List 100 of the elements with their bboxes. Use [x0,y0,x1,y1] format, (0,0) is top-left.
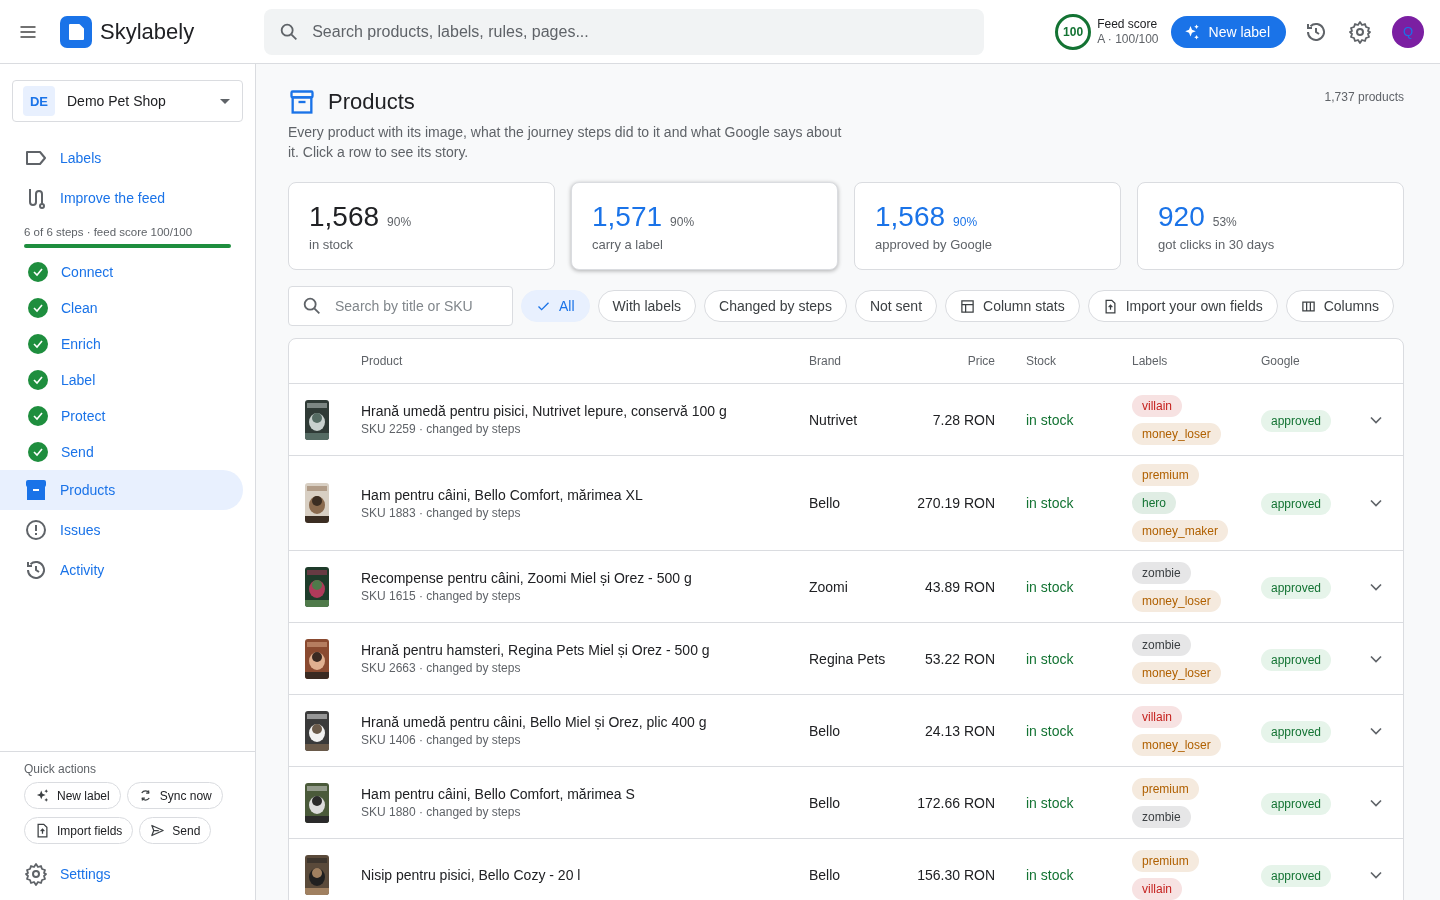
quick-action-button[interactable]: New label [24,782,121,809]
upload-icon [1102,298,1118,314]
stat-card[interactable]: 920 53% got clicks in 30 days [1137,182,1404,270]
archive-icon [288,88,316,116]
archive-icon [24,478,48,502]
stat-label: approved by Google [875,237,994,252]
step-link[interactable]: Label [61,372,96,388]
status-tag: approved [1261,720,1332,743]
product-meta: SKU 1615 · changed by steps [361,589,522,603]
stat-value: 1,568 [309,201,380,233]
product-meta: SKU 2259 · changed by steps [361,422,522,436]
table-icon [960,298,976,314]
stock-status: in stock [1025,411,1075,428]
table-cell-text: Bello [809,794,842,811]
stat-percent: 53% [1212,215,1237,229]
table-cell-text: Bello [809,866,842,883]
settings-icon[interactable] [1348,19,1372,44]
label-tag: villain [1132,394,1182,417]
label-tag: zombie [1132,805,1191,828]
label-tag: villain [1132,877,1182,900]
progress-text: 6 of 6 steps · feed score 100/100 [23,225,194,240]
stat-card[interactable]: 1,568 90% approved by Google [854,182,1121,270]
table-cell-text: Zoomi [809,578,849,595]
column-header: Price [966,354,995,368]
nav-label: Activity [60,562,105,578]
column-header: Brand [809,354,843,368]
label-tag: zombie [1132,633,1191,656]
stock-status: in stock [1025,794,1075,811]
stat-card[interactable]: 1,571 90% carry a label [571,182,838,270]
settings-icon [24,862,48,886]
status-tag: approved [1261,648,1332,671]
label-tag: money_loser [1132,589,1221,612]
table-cell-text: Bello [809,495,842,511]
filter-chip[interactable]: With labels [597,290,697,322]
search-input[interactable]: Search by title or SKU [333,297,500,315]
step-link[interactable]: Send [61,444,94,460]
table-cell-text: 172.66 RON [916,794,995,811]
table-cell-text: 7.28 RON [931,411,995,428]
product-meta: SKU 1883 · changed by steps [361,505,522,520]
product-title: Recompense pentru câini, Zoomi Miel și Orez - 500 g [361,570,693,586]
column-header: Labels [1132,354,1169,368]
step-link[interactable]: Clean [61,300,98,316]
nav-label: Improve the feed [60,190,166,206]
quick-action-button[interactable]: Sync now [126,782,223,809]
product-title: Ham pentru câini, Bello Comfort, mărimea XL [361,486,644,503]
status-tag: approved [1261,576,1332,599]
quick-action-button[interactable]: Send [139,817,212,844]
nav-label: Products [60,482,116,498]
filter-chip[interactable]: All [521,290,590,322]
status-tag: approved [1261,864,1332,887]
nav-item[interactable]: Activity [0,550,243,590]
filter-chip[interactable]: Not sent [854,290,938,322]
stat-percent: 90% [953,215,978,229]
step-link[interactable]: Protect [61,408,106,424]
table-cell-text: Regina Pets [809,650,887,667]
product-title: Hrană umedă pentru pisici, Nutrivet lepure, conservă 100 g [361,403,728,419]
stat-label: in stock [309,237,355,252]
logo-icon [60,15,92,48]
toolbar-button[interactable]: Columns [1285,290,1394,322]
label-tag: premium [1132,777,1199,800]
product-title: Ham pentru câini, Bello Comfort, mărimea S [361,786,636,802]
stat-percent: 90% [670,215,695,229]
label-tag: money_loser [1132,422,1221,445]
nav-item[interactable]: Products [0,470,243,510]
product-title: Nisip pentru pisici, Bello Cozy - 20 l [361,866,582,883]
stock-status: in stock [1025,650,1075,667]
search-bar[interactable]: Search by title or SKU [288,286,513,326]
stat-percent: 90% [387,215,412,229]
table-cell-text: Bello [809,722,842,739]
table-cell-text: 43.89 RON [923,578,995,595]
nav-item[interactable]: Issues [0,510,243,550]
label-tag: premium [1132,849,1199,872]
upload-icon [35,823,50,838]
new-label-button[interactable]: New label [1170,15,1286,48]
step-link[interactable]: Connect [61,264,114,280]
stat-value: 1,571 [592,201,663,233]
quick-action-button[interactable]: Import fields [24,817,134,844]
label-tag: money_maker [1132,520,1229,542]
stock-status: in stock [1025,866,1075,883]
page-description: Every product with its image, what the journey steps did to it and what Google says about it. Click a row to see its story. [288,123,843,162]
stat-label: carry a label [592,237,664,252]
search-bar[interactable]: Search products, labels, rules, pages... [264,8,985,55]
label-tag: villain [1132,705,1182,728]
send-icon [150,823,166,838]
settings-link[interactable]: Settings [60,866,111,882]
stat-label: got clicks in 30 days [1158,237,1276,252]
label-tag: money_loser [1132,733,1221,756]
toolbar-button[interactable]: Column stats [945,290,1080,322]
stat-card[interactable]: 1,568 90% in stock [288,182,555,270]
caret-icon [220,98,230,104]
search-input[interactable]: Search products, labels, rules, pages... [310,21,971,42]
toolbar-button[interactable]: Import your own fields [1087,290,1278,322]
stat-value: 1,568 [875,201,946,233]
table-cell-text: Nutrivet [809,411,859,428]
shop-selector[interactable]: DE Demo Pet Shop [12,80,243,122]
filter-chip[interactable]: Changed by steps [704,290,847,322]
label-tag: money_loser [1132,661,1221,684]
page-title: Products [328,89,415,115]
step-link[interactable]: Enrich [61,336,101,352]
stock-status: in stock [1025,722,1075,739]
